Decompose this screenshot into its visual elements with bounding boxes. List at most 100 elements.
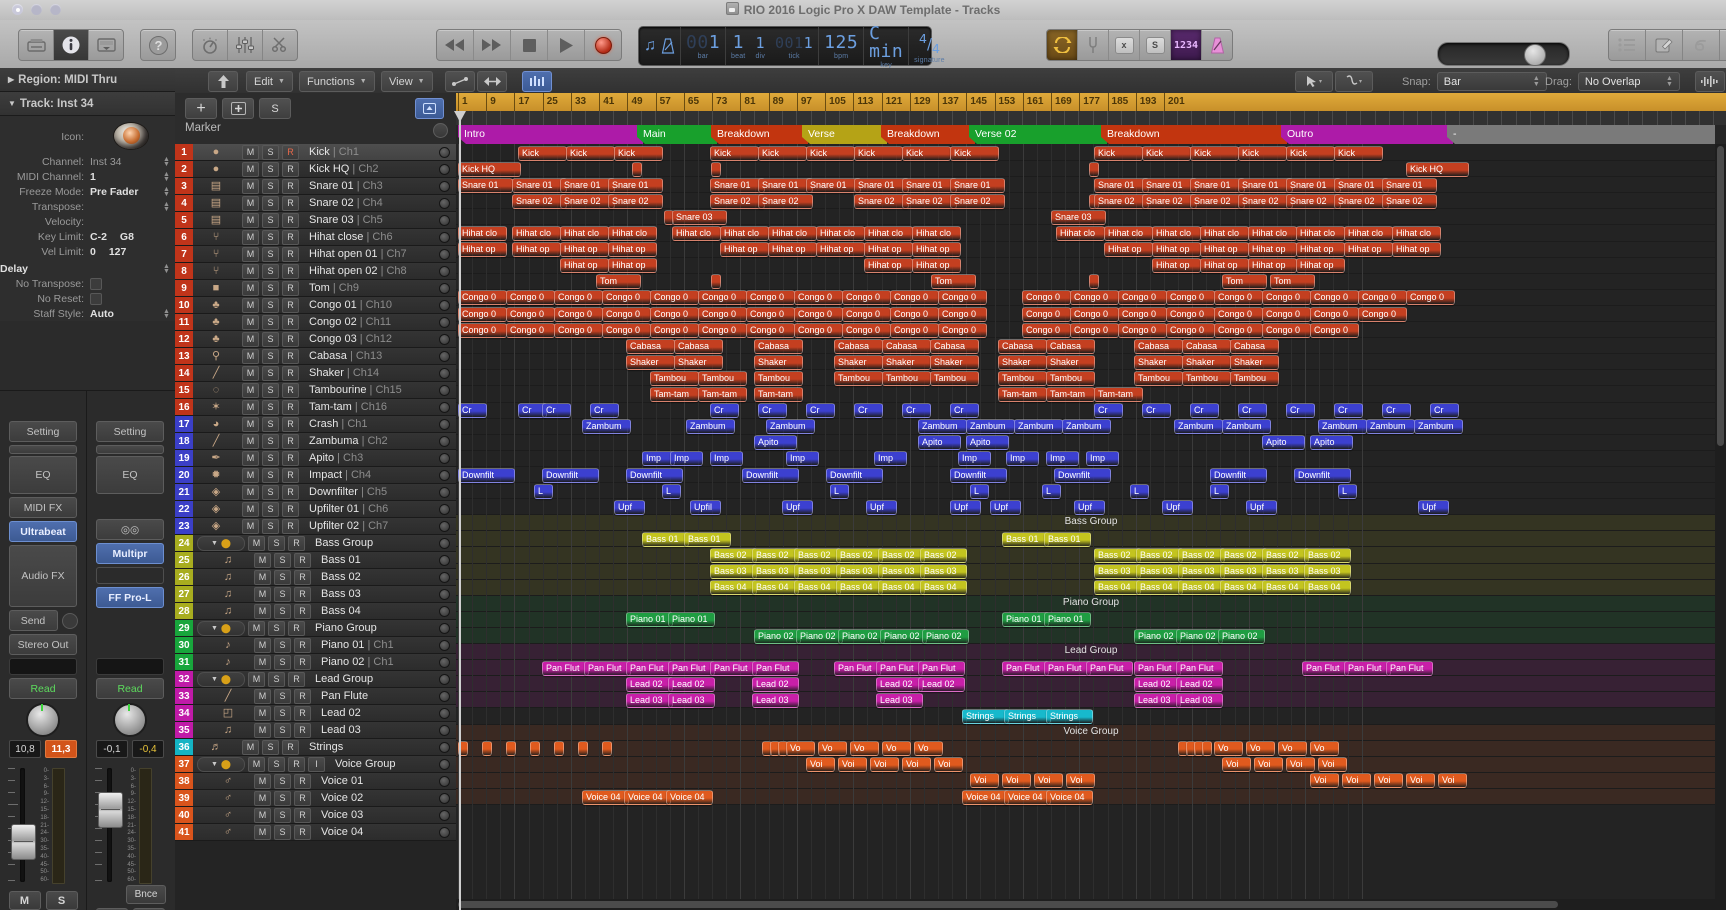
region[interactable]: Imp [958, 451, 991, 467]
inspector-row-2[interactable]: Freeze Mode: Pre Fader ▲ ▼ [0, 184, 175, 199]
region[interactable]: Bass 02 [794, 548, 841, 563]
track-record-button[interactable]: R [294, 773, 311, 789]
automation-mode-button[interactable]: Read [96, 678, 164, 699]
region[interactable]: Snare 01 [458, 177, 513, 193]
track-volume-knob[interactable] [439, 725, 450, 736]
track-solo-button[interactable]: S [262, 433, 279, 449]
hihat-icon[interactable]: ⑂ [193, 246, 239, 262]
tambourine-icon[interactable]: ◌ [193, 382, 239, 398]
replace-button[interactable]: x [1109, 30, 1140, 60]
mixer-icon[interactable] [228, 30, 263, 60]
track-name[interactable]: Upfilter 01 | Ch6 [309, 503, 388, 515]
region[interactable]: Congo 0 [1118, 322, 1167, 338]
region[interactable]: Hihat op [864, 242, 913, 258]
track-mute-button[interactable]: M [242, 518, 259, 534]
track-name[interactable]: Lead Group [315, 673, 373, 685]
region[interactable]: Tambou [1182, 370, 1231, 386]
track-volume-knob[interactable] [439, 810, 450, 821]
region[interactable]: Hihat op [560, 258, 609, 274]
track-volume-knob[interactable] [439, 623, 450, 634]
track-volume-knob[interactable] [439, 572, 450, 583]
track-volume-knob[interactable] [439, 334, 450, 345]
track-name[interactable]: Impact | Ch4 [309, 469, 371, 481]
inspector-row-6[interactable]: Vel Limit: 0 127 [0, 244, 175, 259]
region[interactable]: Congo 0 [698, 322, 747, 338]
lcd-mode-icons[interactable]: ♫ [639, 27, 681, 65]
track-name[interactable]: Congo 03 | Ch12 [309, 333, 392, 345]
region[interactable]: Congo 0 [746, 322, 795, 338]
filter-icon[interactable]: ◈ [193, 518, 239, 534]
track-solo-button[interactable]: S [259, 98, 291, 119]
track-header-19[interactable]: 19 ✒ M S R Apito | Ch3 [175, 450, 456, 467]
region[interactable]: Tam-tam [1046, 387, 1095, 402]
track-mute-button[interactable]: M [254, 688, 271, 704]
track-solo-button[interactable]: S [274, 654, 291, 670]
inspector-row-4[interactable]: Velocity: [0, 214, 175, 229]
region[interactable] [1089, 274, 1099, 290]
region[interactable]: Pan Flut [668, 660, 715, 676]
track-lane-17[interactable] [456, 402, 1726, 419]
vertical-scrollbar[interactable] [1715, 144, 1726, 910]
region[interactable]: Cabasa [930, 338, 979, 354]
region[interactable]: Voi [1222, 757, 1251, 773]
region[interactable]: L [1042, 483, 1061, 499]
region[interactable]: Tambou [754, 370, 803, 386]
track-header-14[interactable]: 14 ╱ M S R Shaker | Ch14 [175, 365, 456, 382]
region[interactable]: Piano 02 [1218, 628, 1265, 644]
eq-slot[interactable]: EQ [96, 456, 164, 494]
region[interactable]: Cabasa [882, 338, 931, 354]
region[interactable]: Snare 03 [1051, 209, 1106, 225]
region[interactable]: Shaker [674, 354, 723, 370]
region[interactable]: Voi [1002, 773, 1031, 789]
region[interactable]: Vo [1310, 741, 1339, 757]
add-duplicate-track-button[interactable] [222, 98, 254, 119]
track-record-button[interactable]: R [294, 637, 311, 653]
region[interactable]: Pan Flut [626, 660, 673, 676]
track-header-9[interactable]: 9 ■ M S R Tom | Ch9 [175, 280, 456, 297]
region[interactable] [554, 741, 564, 757]
setting-button[interactable]: Setting [9, 421, 77, 442]
track-record-button[interactable]: R [294, 569, 311, 585]
region[interactable]: Tambou [930, 370, 979, 386]
snare-icon[interactable]: ▤ [193, 178, 239, 194]
region[interactable]: Cabasa [626, 338, 675, 354]
region[interactable]: Bass 03 [1262, 564, 1309, 580]
region[interactable]: Imp [786, 451, 819, 467]
track-header-29[interactable]: 29 ▼ ⬤ M S R Piano Group [175, 620, 456, 637]
track-solo-button[interactable]: S [262, 144, 279, 160]
synth-icon[interactable]: ♫ [193, 586, 251, 602]
track-mute-button[interactable]: M [254, 807, 271, 823]
region[interactable]: Lead 03 [876, 692, 923, 708]
edit-menu[interactable]: Edit ▼ [246, 71, 293, 92]
region[interactable]: L [534, 483, 553, 499]
track-record-button[interactable]: R [282, 178, 299, 194]
region[interactable]: Congo 0 [554, 306, 603, 322]
region[interactable]: Voice 04 [962, 789, 1009, 805]
region[interactable]: Zambum [1014, 419, 1063, 435]
lead-icon[interactable]: ◰ [193, 705, 251, 721]
stop-button[interactable] [511, 30, 548, 60]
region[interactable]: Congo 0 [794, 306, 843, 322]
library-icon[interactable] [19, 30, 54, 60]
region[interactable]: Snare 02 [1382, 193, 1437, 209]
cabasa-icon[interactable]: ⚲ [193, 348, 239, 364]
region[interactable]: Tambou [834, 370, 883, 386]
marker-track[interactable]: Intro Main Breakdown Verse Breakdown Verse 02… [456, 125, 1726, 145]
track-record-button[interactable]: R [282, 263, 299, 279]
track-lane-19[interactable] [456, 434, 1726, 451]
region[interactable]: Bass 02 [1262, 548, 1309, 563]
region[interactable]: Kick [1142, 145, 1191, 161]
region[interactable]: Lead 02 [876, 676, 923, 692]
region[interactable]: Hihat op [608, 258, 657, 274]
region[interactable]: Hihat op [1200, 258, 1249, 274]
track-header-21[interactable]: 21 ◈ M S R Downfilter | Ch5 [175, 484, 456, 501]
track-solo-button[interactable]: S [274, 790, 291, 806]
balance-knob[interactable] [113, 703, 147, 737]
track-header-27[interactable]: 27 ♫ M S R Bass 03 [175, 586, 456, 603]
track-mute-button[interactable]: M [254, 824, 271, 840]
track-name[interactable]: Voice 04 [321, 826, 363, 838]
field-stepper[interactable]: ▲ ▼ [162, 201, 171, 213]
marker-4[interactable]: Breakdown [881, 125, 975, 144]
region[interactable]: Downfilt [742, 467, 799, 483]
track-record-button[interactable]: R [282, 467, 299, 483]
